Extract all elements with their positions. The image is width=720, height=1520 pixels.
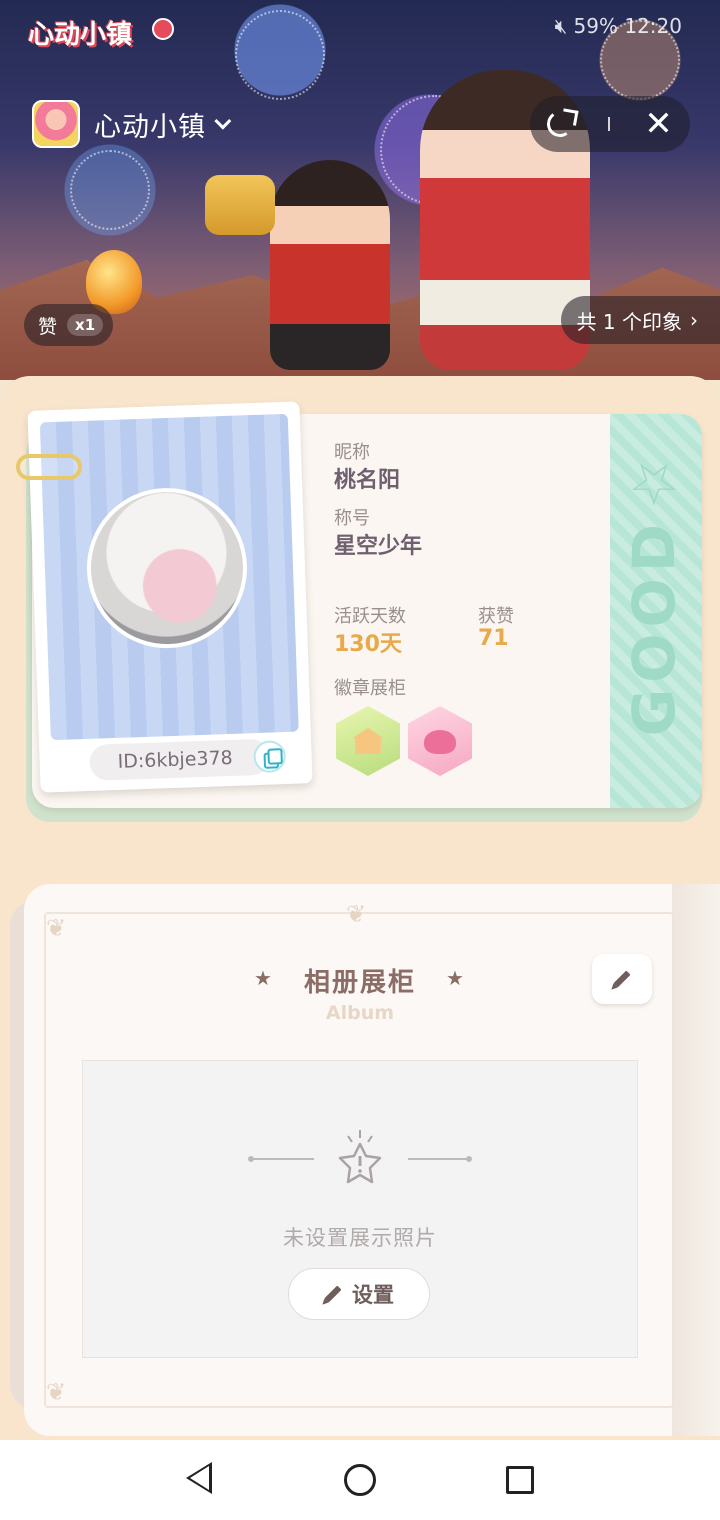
share-icon[interactable] [545,108,576,140]
title-label: 称号 [334,508,370,529]
impressions-button[interactable]: 共 1 个印象 › [560,296,720,344]
title-value: 星空少年 [334,534,423,559]
leaf-ornament-icon: ❦ [346,900,367,928]
character-boy [270,160,390,370]
app-switcher[interactable]: 心动小镇 [32,100,232,148]
logo-badge-icon [152,18,174,40]
star-icon: ★ [446,966,464,990]
steamer-basket [205,175,275,235]
like-label: 赞 [38,315,58,338]
watering-can-icon [424,730,456,754]
recent-apps-icon[interactable] [506,1466,534,1494]
impression-label: 共 1 个印象 [576,309,682,334]
active-days-value: 130天 [334,632,402,657]
back-icon[interactable] [186,1462,212,1494]
empty-album-text: 未设置展示照片 [283,1226,437,1250]
app-name: 心动小镇 [94,111,206,143]
game-logo: 心动小镇 [28,20,133,50]
paperclip-decoration [16,454,82,480]
album-subtitle: Album [325,1002,395,1024]
mute-icon: 🔇︎ [554,14,568,38]
leaf-ornament-icon: ❦ [46,1378,67,1406]
divider-line [408,1158,468,1160]
like-button[interactable]: 赞 x1 [24,304,114,346]
clock: 12:20 [624,14,682,38]
set-button-label: 设置 [352,1283,394,1307]
likes-label: 获赞 [478,606,514,627]
avatar[interactable] [84,485,250,651]
copy-icon[interactable] [253,740,287,774]
firework-decoration [70,150,150,230]
battery-level: 59% [573,14,618,38]
nickname-value: 桃名阳 [334,468,401,493]
like-count-badge: x1 [67,314,104,336]
pencil-icon [613,970,631,988]
system-nav-bar [0,1440,720,1520]
player-id-text: ID:6kbje378 [117,746,234,773]
star-icon [338,1130,382,1184]
player-id: ID:6kbje378 [89,738,287,781]
divider-line [254,1158,314,1160]
likes-value: 71 [478,626,509,651]
capsule-divider [607,117,610,131]
leaf-ornament-icon: ❦ [46,914,67,942]
set-photos-button[interactable]: 设置 [288,1268,430,1320]
house-icon [352,728,384,754]
home-icon[interactable] [344,1464,376,1496]
mini-program-capsule: ✕ [530,96,690,152]
nickname-label: 昵称 [334,442,370,463]
edit-album-button[interactable] [592,954,652,1004]
active-days-label: 活跃天数 [334,606,406,627]
status-right: 🔇︎ 59% 12:20 [555,14,682,38]
card-stripe: GOOD☆ [610,414,702,808]
badges-label: 徽章展柜 [334,678,406,699]
divider-dot [466,1156,472,1162]
close-icon[interactable]: ✕ [644,107,673,141]
app-avatar [32,100,80,148]
stripe-text: GOOD☆ [620,444,688,737]
chevron-right-icon: › [690,308,698,332]
pencil-icon [324,1285,342,1303]
